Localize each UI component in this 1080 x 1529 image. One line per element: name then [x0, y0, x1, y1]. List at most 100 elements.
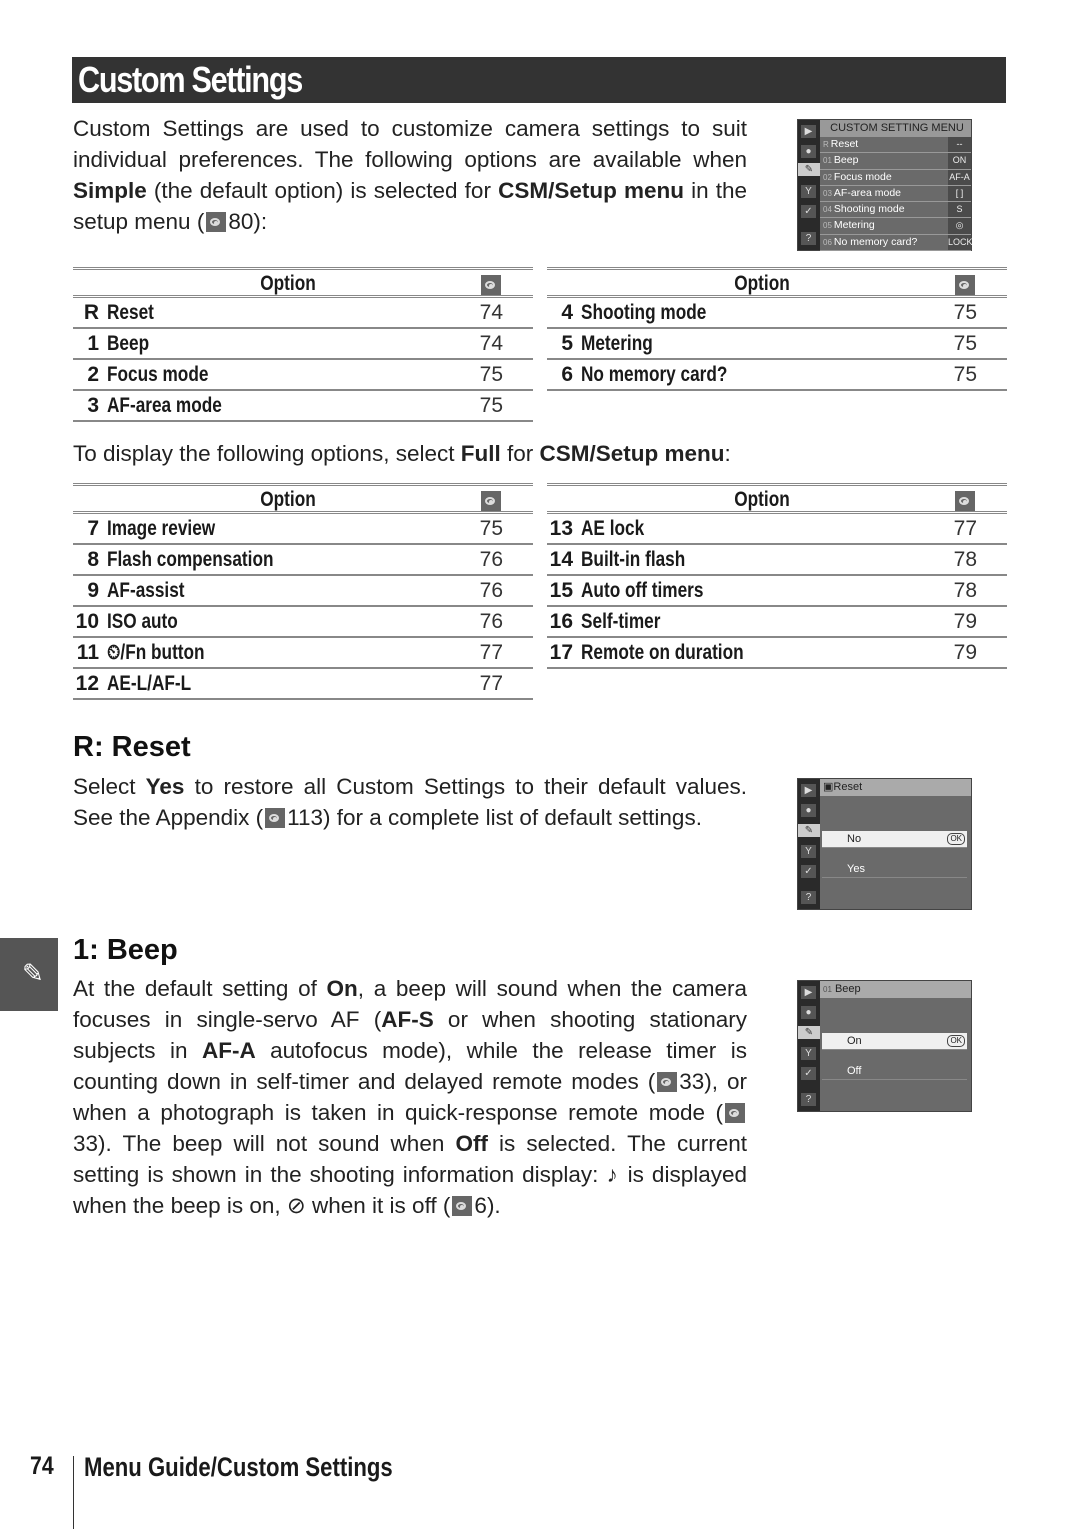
options-table-full-left: Option 7 Image review 75 8 Flash compensation…	[73, 483, 533, 700]
playback-icon: ▶	[801, 986, 816, 999]
option-number: 14	[549, 548, 573, 571]
reference-icon	[481, 491, 501, 511]
wrench-icon: Y	[801, 845, 816, 858]
page-reference: 77	[479, 641, 503, 664]
page-reference: 76	[479, 579, 503, 602]
reference-icon	[725, 1103, 745, 1123]
page-reference: 75	[953, 301, 977, 324]
footer-divider	[73, 1456, 74, 1529]
full-options-note: To display the following options, select…	[73, 441, 731, 466]
item-label: Reset	[830, 138, 859, 150]
option-number: 13	[549, 517, 573, 540]
reference-icon	[955, 491, 975, 511]
option-number: 1	[87, 332, 99, 355]
retouch-icon: ✓	[801, 865, 816, 878]
pencil-icon: ✎	[798, 163, 820, 176]
menu-item: 05 Metering ◎	[820, 218, 971, 235]
retouch-icon: ✓	[801, 1067, 816, 1080]
menu-item: 04 Shooting mode S	[820, 202, 971, 219]
option-on: On OK	[822, 1033, 967, 1050]
menu-item: 02 Focus mode AF-A	[820, 169, 971, 186]
reset-heading: R: Reset	[73, 731, 191, 763]
page-reference: 75	[479, 517, 503, 540]
option-name: Self-timer	[581, 610, 661, 633]
help-icon: ?	[801, 232, 816, 245]
page-reference: 79	[953, 641, 977, 664]
page-reference: 76	[479, 610, 503, 633]
item-value: S	[948, 202, 971, 218]
options-table-simple-left: Option R Reset 74 1 Beep 74 2 Focus mode 75 3 AF-ar…	[73, 267, 533, 422]
table-row: 9 AF-assist 76	[73, 576, 533, 607]
option-name: AE lock	[581, 517, 645, 540]
table-row: 11 ⏲/Fn button 77	[73, 638, 533, 669]
option-number: R	[83, 301, 99, 324]
section-tab: ✎	[0, 938, 58, 1011]
option-name: ⏲/Fn button	[107, 641, 205, 664]
wrench-icon: Y	[801, 1047, 816, 1060]
item-number: 04	[823, 205, 832, 215]
table-row: 16 Self-timer 79	[547, 607, 1007, 638]
page-reference: 78	[953, 548, 977, 571]
item-value: LOCK	[948, 234, 973, 251]
table-row: 1 Beep 74	[73, 329, 533, 360]
page-title: Custom Settings	[78, 59, 303, 100]
option-number: 5	[561, 332, 573, 355]
option-column-header: Option	[260, 488, 316, 511]
option-number: 3	[87, 394, 99, 417]
option-number: 17	[549, 641, 573, 664]
option-number: 12	[75, 672, 99, 695]
option-off: Off	[822, 1063, 967, 1080]
ok-icon: OK	[947, 1035, 965, 1047]
intro-paragraph: Custom Settings are used to customize ca…	[73, 116, 748, 234]
item-value: --	[948, 137, 971, 153]
option-number: 2	[87, 363, 99, 386]
option-yes: Yes	[822, 861, 967, 878]
table-row: 14 Built-in flash 78	[547, 545, 1007, 576]
menu-item: 03 AF-area mode [ ]	[820, 185, 971, 203]
item-value: AF-A	[948, 169, 971, 185]
page-reference: 78	[953, 579, 977, 602]
option-number: 8	[87, 548, 99, 571]
option-name: AF-area mode	[107, 394, 222, 417]
option-column-header: Option	[734, 272, 790, 295]
option-number: 9	[87, 579, 99, 602]
page-reference: 74	[479, 332, 503, 355]
table-header: Option	[73, 267, 533, 298]
item-number: 01	[823, 156, 832, 166]
item-number: 02	[823, 172, 832, 182]
page-reference: 74	[479, 301, 503, 324]
option-column-header: Option	[734, 488, 790, 511]
page-reference: 75	[953, 332, 977, 355]
option-name: ISO auto	[107, 610, 178, 633]
help-icon: ?	[801, 891, 816, 904]
option-name: AF-assist	[107, 579, 185, 602]
beep-on-icon: ♪	[606, 1162, 620, 1187]
table-row: 2 Focus mode 75	[73, 360, 533, 391]
camera-icon: ●	[801, 145, 816, 158]
menu-title: CUSTOM SETTING MENU	[820, 120, 971, 137]
table-row: 6 No memory card? 75	[547, 360, 1007, 391]
item-label: Beep	[833, 154, 859, 167]
item-value: ◎	[948, 218, 971, 234]
screen-title: 01 Beep	[820, 981, 971, 998]
playback-icon: ▶	[801, 784, 816, 797]
table-row: R Reset 74	[73, 298, 533, 329]
options-table-simple-right: Option 4 Shooting mode 75 5 Metering 75 6 No mem…	[547, 267, 1007, 391]
option-no: No OK	[822, 831, 967, 848]
page-number: 74	[30, 1452, 54, 1480]
option-name: AE-L/AF-L	[107, 672, 192, 695]
pencil-icon: ✎	[798, 1026, 820, 1039]
option-name: Flash compensation	[107, 548, 274, 571]
option-name: Auto off timers	[581, 579, 704, 602]
custom-setting-menu-screenshot: ▶ ● ✎ Y ✓ ? CUSTOM SETTING MENU R Reset --…	[797, 119, 973, 252]
reference-icon	[481, 275, 501, 295]
table-row: 3 AF-area mode 75	[73, 391, 533, 422]
table-row: 5 Metering 75	[547, 329, 1007, 360]
option-name: Built-in flash	[581, 548, 686, 571]
option-name: Focus mode	[107, 363, 209, 386]
item-number: 06	[823, 237, 832, 247]
table-row: 12 AE-L/AF-L 77	[73, 669, 533, 700]
option-number: 15	[549, 579, 573, 602]
retouch-icon: ✓	[801, 205, 816, 218]
reference-icon	[452, 1196, 473, 1216]
